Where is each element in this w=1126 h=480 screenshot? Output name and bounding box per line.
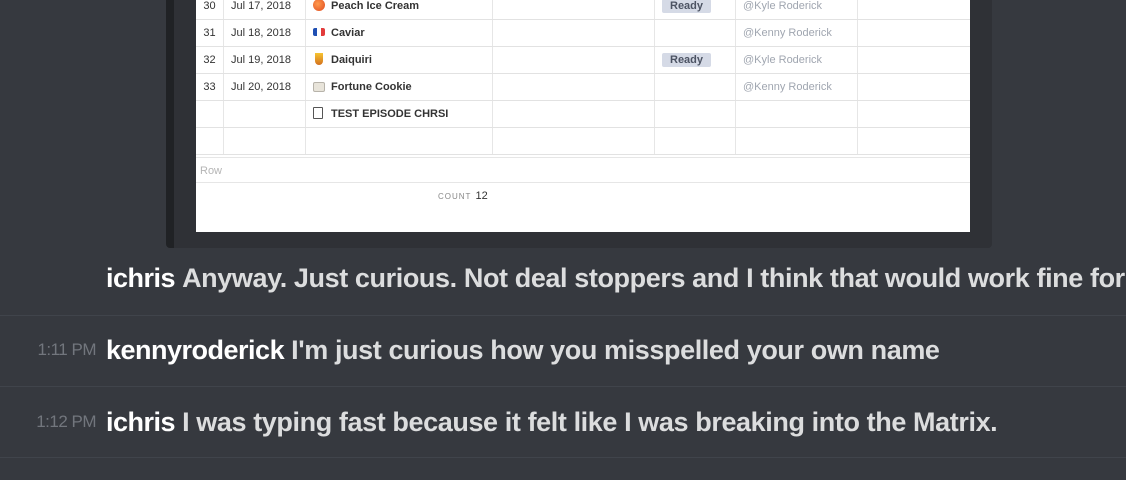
message-divider (0, 315, 1126, 316)
row-date: Jul 17, 2018 (224, 0, 306, 19)
row-number: 32 (196, 47, 224, 73)
message-text: I was typing fast because it felt like I… (182, 407, 998, 437)
table-row (196, 128, 970, 155)
table-row: 31 Jul 18, 2018 Caviar @Kenny Roderick (196, 20, 970, 47)
empty-cell (493, 0, 655, 19)
status-cell: Ready (655, 47, 736, 73)
row-number (196, 101, 224, 127)
empty-cell (858, 101, 970, 127)
status-cell (655, 101, 736, 127)
status-cell (655, 74, 736, 100)
status-cell (655, 20, 736, 46)
empty-cell (858, 0, 970, 19)
row-name-cell: Fortune Cookie (306, 74, 493, 100)
row-owner (736, 101, 858, 127)
message-username[interactable]: ichris Anyway. Just curious. Not deal st… (106, 258, 1125, 298)
message-username[interactable]: ichris I was typing fast because it felt… (106, 402, 998, 442)
fortune-cookie-icon (313, 82, 325, 92)
count-label: COUNT (438, 192, 472, 201)
empty-cell (493, 128, 655, 154)
row-owner (736, 128, 858, 154)
row-owner: @Kyle Roderick (736, 47, 858, 73)
message-text: I'm just curious how you misspelled your… (291, 335, 940, 365)
row-name: TEST EPISODE CHRSI (331, 108, 449, 120)
row-date: Jul 19, 2018 (224, 47, 306, 73)
row-number: 31 (196, 20, 224, 46)
row-number: 30 (196, 0, 224, 19)
row-number (196, 128, 224, 154)
row-owner: @Kyle Roderick (736, 0, 858, 19)
empty-cell (858, 20, 970, 46)
table-row: 30 Jul 17, 2018 Peach Ice Cream Ready @K… (196, 0, 970, 20)
row-name-cell: Peach Ice Cream (306, 0, 493, 19)
status-cell (655, 128, 736, 154)
status-cell: Ready (655, 0, 736, 19)
chat-message: 1:12 PM ichris I was typing fast because… (0, 402, 1126, 442)
message-divider (0, 386, 1126, 387)
row-name: Fortune Cookie (331, 81, 412, 93)
add-row-label: Row (196, 157, 970, 183)
status-badge: Ready (662, 53, 712, 67)
table-row: 32 Jul 19, 2018 Daiquiri Ready @Kyle Rod… (196, 47, 970, 74)
count-value: 12 (475, 190, 488, 202)
document-icon (313, 107, 323, 119)
row-date: Jul 20, 2018 (224, 74, 306, 100)
row-owner: @Kenny Roderick (736, 74, 858, 100)
chat-message: ichris Anyway. Just curious. Not deal st… (0, 258, 1126, 298)
row-name: Caviar (331, 27, 365, 39)
empty-cell (493, 20, 655, 46)
spreadsheet-screenshot: 30 Jul 17, 2018 Peach Ice Cream Ready @K… (196, 0, 970, 232)
chat-message: 1:11 PM kennyroderick I'm just curious h… (0, 330, 1126, 370)
cocktail-icon (315, 53, 323, 65)
message-username[interactable]: kennyroderick I'm just curious how you m… (106, 330, 940, 370)
message-text: Anyway. Just curious. Not deal stoppers … (182, 263, 1125, 293)
row-name-cell: Daiquiri (306, 47, 493, 73)
peach-icon (313, 0, 325, 11)
row-date: Jul 18, 2018 (224, 20, 306, 46)
row-name-cell: Caviar (306, 20, 493, 46)
empty-cell (493, 74, 655, 100)
french-flag-icon (313, 28, 325, 36)
row-date (224, 128, 306, 154)
empty-cell (858, 74, 970, 100)
empty-cell (858, 47, 970, 73)
empty-cell (858, 128, 970, 154)
username-text: kennyroderick (106, 335, 285, 365)
row-date (224, 101, 306, 127)
count-summary: COUNT 12 (438, 190, 488, 202)
empty-cell (493, 47, 655, 73)
username-text: ichris (106, 407, 176, 437)
row-name-cell (306, 128, 493, 154)
row-name: Peach Ice Cream (331, 0, 420, 12)
empty-cell (493, 101, 655, 127)
message-divider (0, 457, 1126, 458)
username-text: ichris (106, 263, 176, 293)
message-timestamp: 1:11 PM (37, 340, 96, 359)
row-name: Daiquiri (331, 54, 372, 66)
status-badge: Ready (662, 0, 712, 13)
table-row: TEST EPISODE CHRSI (196, 101, 970, 128)
table-row: 33 Jul 20, 2018 Fortune Cookie @Kenny Ro… (196, 74, 970, 101)
row-owner: @Kenny Roderick (736, 20, 858, 46)
message-timestamp: 1:12 PM (36, 412, 96, 431)
row-number: 33 (196, 74, 224, 100)
row-name-cell: TEST EPISODE CHRSI (306, 101, 493, 127)
